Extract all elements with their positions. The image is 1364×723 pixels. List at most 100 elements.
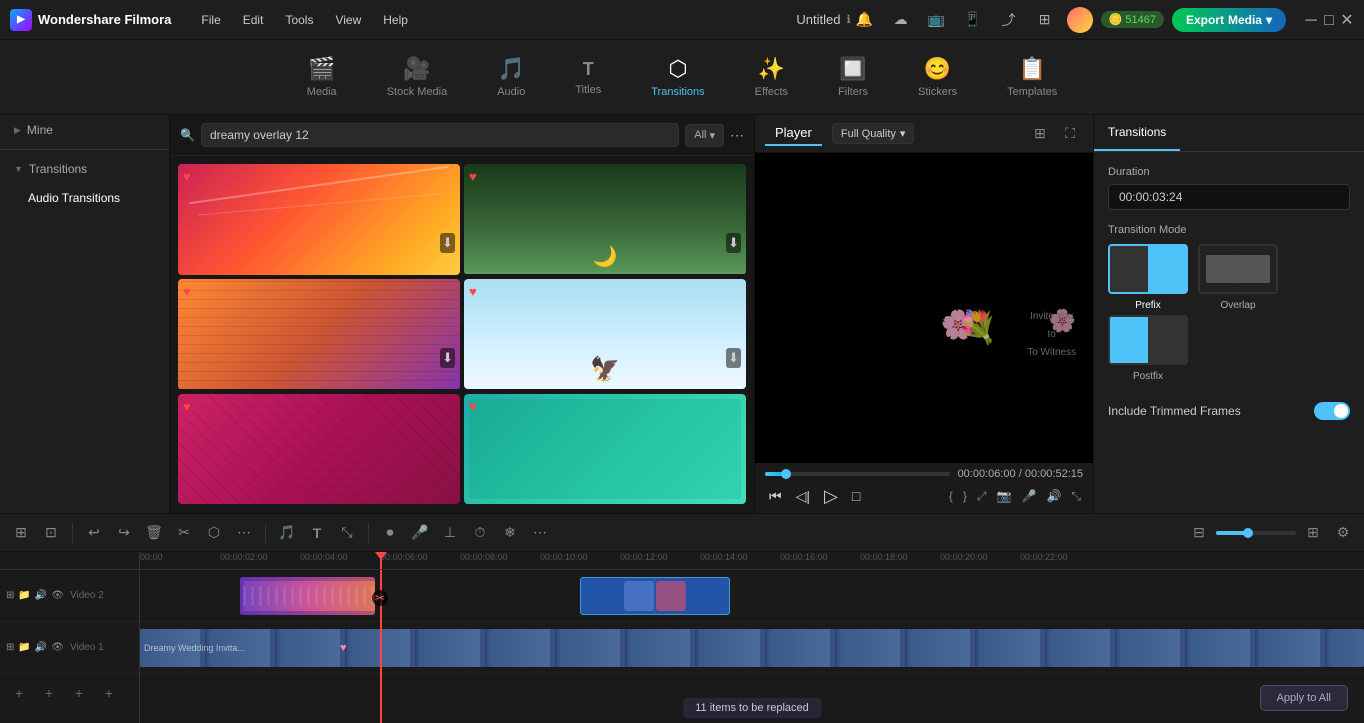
timeline-settings-btn[interactable]: ⚙ [1330, 520, 1356, 546]
tab-media[interactable]: 🎬 Media [297, 50, 347, 104]
tab-transitions[interactable]: ⬡ Transitions [641, 50, 714, 104]
list-item[interactable]: 🦅 ♥ ⬇ Dissolve White [464, 279, 746, 390]
redo-button[interactable]: ↪ [111, 520, 137, 546]
search-bar: 🔍 All ▾ ⋯ [170, 115, 754, 156]
volume-button[interactable]: 🔊 [1044, 487, 1063, 505]
add-video-track-btn2[interactable]: + [36, 680, 62, 706]
zoom-in-button[interactable]: ⊞ [1300, 520, 1326, 546]
screen-btn[interactable]: 📺 [923, 6, 951, 34]
menu-view[interactable]: View [325, 9, 371, 31]
tab-titles[interactable]: T Titles [565, 53, 611, 102]
text-btn[interactable]: T [304, 520, 330, 546]
zoom-out-button[interactable]: ⊟ [1186, 520, 1212, 546]
search-input[interactable] [201, 123, 679, 147]
play-button[interactable]: ▷ [820, 484, 842, 509]
audio-effect-btn[interactable]: 🎵 [274, 520, 300, 546]
playback-controls: ⏮ ◁| ▷ □ { } ⤢ 📷 🎤 🔊 ⤡ [765, 484, 1083, 509]
duration-input[interactable] [1108, 184, 1350, 210]
sidebar-item-audio-transitions[interactable]: Audio Transitions [0, 184, 169, 212]
video-area: 🌸 🌸 💐 Invite YoutoTo Witness [755, 153, 1093, 463]
sidebar-item-transitions[interactable]: ▼ Transitions [0, 154, 169, 184]
sidebar-transitions-label: Transitions [29, 162, 87, 176]
list-item[interactable]: ♥ [178, 394, 460, 505]
more-btn2[interactable]: ⋯ [231, 520, 257, 546]
progress-bar[interactable] [765, 472, 950, 476]
menu-edit[interactable]: Edit [233, 9, 274, 31]
more-options-button[interactable]: ⋯ [730, 127, 744, 144]
apply-to-all-button[interactable]: Apply to All [1260, 685, 1348, 711]
list-item[interactable]: ♥ ⬇ Old Film Filter And Transition... [178, 279, 460, 390]
clip-speed-btn[interactable]: ⏱ [467, 520, 493, 546]
crop-button[interactable]: ⬡ [201, 520, 227, 546]
menu-tools[interactable]: Tools [275, 9, 323, 31]
close-button[interactable]: ✕ [1340, 13, 1354, 27]
filter-button[interactable]: All ▾ [685, 124, 724, 147]
grid-view-button[interactable]: ⊞ [1027, 121, 1053, 147]
timeline-snap-btn[interactable]: ⊡ [38, 520, 64, 546]
snapshot-button[interactable]: 📷 [995, 487, 1014, 505]
filter-label: All [694, 129, 706, 141]
add-video-track-btn4[interactable]: + [96, 680, 122, 706]
motion-btn[interactable]: ⤡ [334, 520, 360, 546]
mode-prefix[interactable]: Prefix [1108, 244, 1188, 311]
mark-in-button[interactable]: { [947, 487, 955, 505]
transform-button[interactable]: ⤡ [1069, 487, 1083, 506]
notification-btn[interactable]: 🔔 [851, 6, 879, 34]
mode-postfix[interactable]: Postfix [1108, 315, 1188, 382]
clip-video2-1[interactable] [240, 577, 375, 615]
clip-video1-main[interactable]: Dreamy Wedding Invita... ♥ [140, 629, 1364, 667]
fullscreen-button[interactable]: ⛶ [1057, 121, 1083, 147]
export-button[interactable]: Export Media ▾ [1172, 8, 1286, 32]
list-item[interactable]: ♥ [464, 394, 746, 505]
skip-back-button[interactable]: ⏮ [765, 486, 786, 507]
add-video-track-btn[interactable]: + [6, 680, 32, 706]
tab-effects-label: Effects [755, 86, 788, 98]
grid-btn[interactable]: ⊞ [1031, 6, 1059, 34]
player-tab[interactable]: Player [765, 121, 822, 146]
tab-templates[interactable]: 📋 Templates [997, 50, 1067, 104]
delete-button[interactable]: 🗑 [141, 520, 167, 546]
include-trimmed-toggle[interactable] [1314, 402, 1350, 420]
cut-button[interactable]: ✂ [171, 520, 197, 546]
menu-help[interactable]: Help [373, 9, 418, 31]
clip-video2-2[interactable] [580, 577, 730, 615]
maximize-button[interactable]: □ [1322, 13, 1336, 27]
tab-filters[interactable]: 🔲 Filters [828, 50, 878, 104]
time-display: 00:00:06:00 / 00:00:52:15 [958, 468, 1083, 480]
stop-button[interactable]: □ [848, 486, 864, 506]
minimize-button[interactable]: ─ [1304, 13, 1318, 27]
tab-effects[interactable]: ✨ Effects [745, 50, 798, 104]
list-item[interactable]: 🌙 ♥ ⬇ Moon Movie Transition 03 [464, 164, 746, 275]
list-item[interactable]: ♥ ⬇ Cinematic Transition 20 [178, 164, 460, 275]
tab-stickers[interactable]: 😊 Stickers [908, 50, 967, 104]
tab-stock[interactable]: 🎥 Stock Media [377, 50, 458, 104]
freeze-btn[interactable]: ❄ [497, 520, 523, 546]
mark-out-button[interactable]: } [961, 487, 969, 505]
record-btn[interactable]: ⏺ [377, 520, 403, 546]
user-avatar[interactable] [1067, 7, 1093, 33]
quality-select[interactable]: Full Quality ▾ [832, 123, 915, 144]
share-btn[interactable]: ⤴ [995, 6, 1023, 34]
tab-transitions-settings[interactable]: Transitions [1094, 115, 1180, 151]
playhead-arrow-icon [375, 552, 387, 560]
timeline-layout-btn[interactable]: ⊞ [8, 520, 34, 546]
sidebar-item-mine[interactable]: ▶ Mine [0, 115, 169, 145]
detach-btn[interactable]: ⊥ [437, 520, 463, 546]
voice-btn[interactable]: 🎤 [407, 520, 433, 546]
add-video-track-btn3[interactable]: + [66, 680, 92, 706]
mode-overlap[interactable]: Overlap [1198, 244, 1278, 311]
track-v2-eye: 👁 [51, 590, 64, 601]
ripple-button[interactable]: ⤢ [975, 487, 989, 506]
phone-btn[interactable]: 📱 [959, 6, 987, 34]
more-btn3[interactable]: ⋯ [527, 520, 553, 546]
voiceover-button[interactable]: 🎤 [1019, 487, 1038, 505]
progress-thumb[interactable] [781, 469, 791, 479]
track-v2-label: Video 2 [70, 590, 104, 601]
undo-button[interactable]: ↩ [81, 520, 107, 546]
tab-audio[interactable]: 🎵 Audio [487, 50, 535, 104]
cloud-btn[interactable]: ☁ [887, 6, 915, 34]
step-back-button[interactable]: ◁| [792, 486, 814, 507]
menu-file[interactable]: File [191, 9, 230, 31]
transitions-arrow-icon: ▼ [14, 164, 23, 174]
zoom-slider[interactable] [1216, 531, 1296, 535]
